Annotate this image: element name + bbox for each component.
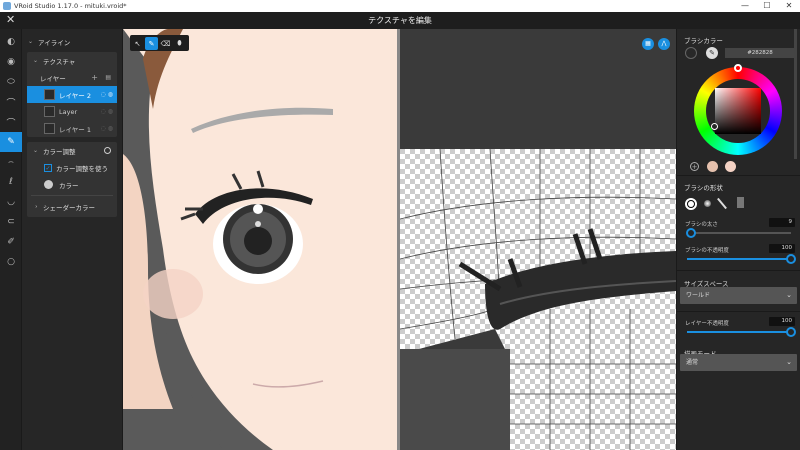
- brush-shape-hard[interactable]: [685, 198, 697, 210]
- texture-view: [400, 29, 676, 450]
- outline-icon[interactable]: ○: [0, 252, 22, 272]
- add-layer-button[interactable]: +: [91, 73, 98, 82]
- model-preview-canvas[interactable]: ↖ ✎ ⌫ ⬮: [123, 29, 398, 450]
- pen-icon[interactable]: ✎: [145, 37, 158, 50]
- texture-card: ⌄ テクスチャ レイヤー + ▤ レイヤー 2 ◌ ◍ Layer ◌ ◍ レイ…: [27, 52, 117, 137]
- ear-icon[interactable]: ⊂: [0, 212, 22, 232]
- accessory-icon[interactable]: ✐: [0, 232, 22, 252]
- scrollbar[interactable]: [794, 29, 797, 159]
- layer-item[interactable]: Layer ◌ ◍: [27, 103, 117, 120]
- color-adjust-card: ⌄ カラー調整 ✓ カラー調整を使う カラー ⌄ シェーダーカラー: [27, 142, 117, 217]
- maximize-button[interactable]: ☐: [756, 0, 778, 12]
- color-swatch[interactable]: [707, 161, 718, 172]
- brush-color-swatch[interactable]: [685, 47, 697, 59]
- chevron-down-icon: ⌄: [786, 358, 792, 366]
- brush-size-slider[interactable]: [686, 228, 791, 238]
- eye-icon[interactable]: ⬭: [0, 72, 22, 92]
- vroid-logo-icon: [3, 2, 11, 10]
- layer-visibility-icon[interactable]: ◌ ◍: [101, 91, 113, 98]
- chevron-down-icon: ⌄: [28, 38, 34, 45]
- add-swatch-button[interactable]: +: [690, 162, 699, 171]
- layer-opacity-slider[interactable]: [687, 327, 796, 337]
- grid-icon[interactable]: ▦: [642, 38, 654, 50]
- eyelash-icon[interactable]: ⌒: [0, 92, 22, 112]
- import-layer-icon[interactable]: ▤: [105, 74, 111, 81]
- window-close-button[interactable]: ✕: [778, 0, 800, 12]
- layer-thumbnail: [44, 89, 55, 100]
- brush-size-label: ブラシの太さ: [685, 222, 718, 228]
- minimize-button[interactable]: —: [734, 0, 756, 12]
- eyebrow-icon[interactable]: ◉: [0, 52, 22, 72]
- brush-opacity-input[interactable]: 100: [769, 244, 795, 253]
- symmetry-icon[interactable]: ⋀: [658, 38, 670, 50]
- page-title: テクスチャを編集: [368, 16, 432, 25]
- select-icon[interactable]: ↖: [131, 37, 144, 50]
- face-preview: [123, 29, 398, 450]
- color-handle[interactable]: [711, 123, 718, 130]
- brush-shape-pen[interactable]: [717, 197, 727, 210]
- blend-mode-dropdown[interactable]: 通常 ⌄: [680, 354, 797, 371]
- eyedropper-icon[interactable]: ✎: [706, 47, 718, 59]
- section-title: アイライン: [38, 38, 71, 47]
- hex-input[interactable]: #282828: [725, 48, 795, 58]
- brush-shape-soft[interactable]: [704, 200, 711, 207]
- layer-opacity-input[interactable]: 100: [769, 317, 795, 326]
- use-color-adjust-row[interactable]: ✓ カラー調整を使う: [27, 159, 117, 176]
- layer-opacity-label: レイヤー不透明度: [685, 321, 729, 327]
- layer-visibility-icon[interactable]: ◌ ◍: [101, 108, 113, 115]
- left-panel: ⌄ アイライン ⌄ テクスチャ レイヤー + ▤ レイヤー 2 ◌ ◍ Laye…: [22, 29, 123, 450]
- editor-header: ✕ テクスチャを編集: [0, 12, 800, 29]
- saturation-value-square[interactable]: [715, 88, 761, 134]
- lip-icon[interactable]: ◡: [0, 192, 22, 212]
- color-swatch[interactable]: [725, 161, 736, 172]
- layer-item[interactable]: レイヤー 2 ◌ ◍: [27, 86, 117, 103]
- size-space-dropdown[interactable]: ワールド ⌄: [680, 287, 797, 304]
- brush-opacity-slider[interactable]: [687, 254, 796, 264]
- category-iconbar: ◐ ◉ ⬭ ⌒ ⌒ ✎ ⌢ ℓ ◡ ⊂ ✐ ○: [0, 29, 22, 450]
- layer-thumbnail: [44, 106, 55, 117]
- brush-shape-texture[interactable]: [737, 197, 744, 208]
- brush-color-title: ブラシカラー: [684, 37, 723, 45]
- chevron-down-icon: ⌄: [786, 291, 792, 299]
- color-adjust-header[interactable]: ⌄ カラー調整: [27, 142, 117, 159]
- layers-label: レイヤー: [40, 74, 66, 83]
- window-title: VRoid Studio 1.17.0 - mituki.vroid*: [14, 2, 127, 10]
- nose-icon[interactable]: ℓ: [0, 172, 22, 192]
- close-icon[interactable]: ✕: [6, 13, 15, 26]
- layers-header: レイヤー + ▤: [27, 69, 117, 86]
- texture-header[interactable]: ⌄ テクスチャ: [27, 52, 117, 69]
- brush-opacity-label: ブラシの不透明度: [685, 248, 729, 254]
- mouth-icon[interactable]: ⌢: [0, 152, 22, 172]
- layer-item[interactable]: レイヤー 1 ◌ ◍: [27, 120, 117, 137]
- window-titlebar: VRoid Studio 1.17.0 - mituki.vroid* — ☐ …: [0, 0, 800, 12]
- texture-title: テクスチャ: [43, 57, 76, 66]
- use-color-adjust-checkbox[interactable]: ✓: [44, 163, 52, 172]
- color-row[interactable]: カラー: [27, 176, 117, 193]
- chevron-down-icon: ⌄: [33, 147, 39, 154]
- hue-handle[interactable]: [734, 64, 742, 72]
- section-eyeline[interactable]: ⌄ アイライン: [22, 33, 122, 50]
- face-icon[interactable]: ◐: [0, 32, 22, 52]
- fill-icon[interactable]: ⬮: [173, 37, 186, 50]
- reset-icon[interactable]: [104, 147, 111, 154]
- layer-visibility-icon[interactable]: ◌ ◍: [101, 125, 113, 132]
- size-space-title: サイズスペース: [684, 280, 729, 288]
- chevron-down-icon: ⌄: [33, 57, 39, 64]
- color-adjust-title: カラー調整: [43, 147, 76, 156]
- brush-size-input[interactable]: 9: [769, 218, 795, 227]
- chevron-right-icon: ⌄: [32, 203, 40, 210]
- shader-color-header[interactable]: ⌄ シェーダーカラー: [27, 198, 117, 215]
- right-panel: ブラシカラー ✎ #282828 + ブラシの形状 ブラシの太さ 9 ブラシの不…: [676, 29, 800, 450]
- brush-shape-title: ブラシの形状: [684, 184, 723, 192]
- texture-canvas[interactable]: ▦ ⋀: [400, 29, 676, 450]
- color-swatch[interactable]: [44, 180, 53, 189]
- eyeliner-icon[interactable]: ⌒: [0, 112, 22, 132]
- eraser-icon[interactable]: ⌫: [159, 37, 172, 50]
- layer-thumbnail: [44, 123, 55, 134]
- brush-icon[interactable]: ✎: [0, 132, 22, 152]
